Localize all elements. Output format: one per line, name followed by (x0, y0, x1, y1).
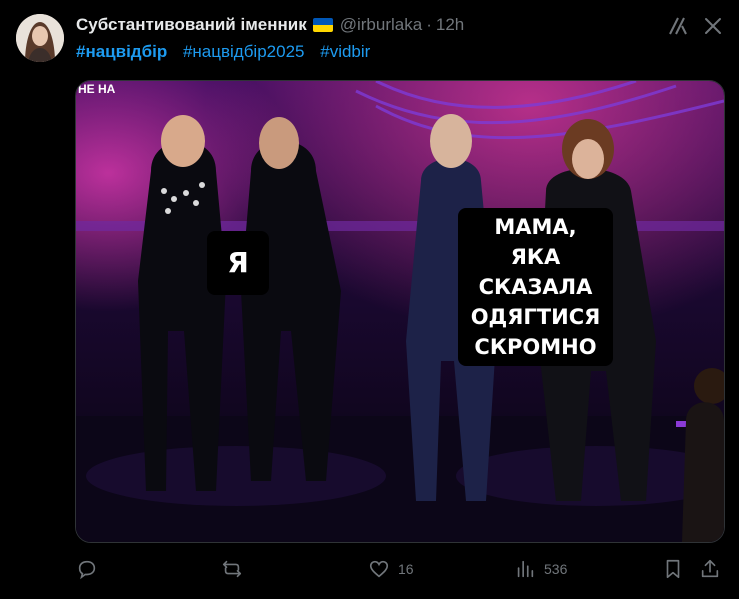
views-icon (517, 560, 534, 578)
meme-caption-left: Я (207, 231, 269, 295)
stage-photo: НЕ НА (76, 81, 724, 542)
views-button[interactable]: 536 (514, 558, 567, 580)
share-icon (701, 559, 719, 578)
tweet: Субстантивований іменник @irburlaka · 12… (0, 0, 739, 599)
like-icon (369, 560, 389, 578)
like-count: 16 (398, 561, 414, 577)
caption-line: СКАЗАЛА (478, 275, 593, 299)
display-name[interactable]: Субстантивований іменник (76, 15, 307, 35)
tv-logo: НЕ НА (78, 82, 116, 96)
caption-line: МАМА, (494, 215, 577, 239)
caption-line: СКРОМНО (474, 335, 597, 359)
bookmark-button[interactable] (662, 558, 684, 580)
timestamp[interactable]: 12h (436, 15, 464, 35)
caption-line: ЯКА (510, 245, 561, 269)
more-icon[interactable] (701, 14, 725, 38)
retweet-icon (222, 560, 242, 578)
caption-line: ОДЯГТИСЯ (470, 305, 601, 329)
separator-dot: · (426, 15, 432, 34)
hashtag-link[interactable]: #нацвідбір2025 (183, 42, 305, 61)
grok-icon[interactable] (666, 14, 690, 38)
user-handle[interactable]: @irburlaka (340, 15, 422, 35)
like-button[interactable]: 16 (368, 558, 414, 580)
meme-caption-right: МАМА, ЯКА СКАЗАЛА ОДЯГТИСЯ СКРОМНО (458, 208, 613, 366)
view-count: 536 (544, 561, 568, 577)
retweet-button[interactable] (221, 558, 251, 580)
hashtags: #нацвідбір #нацвідбір2025 #vidbir (76, 42, 381, 62)
hashtag-link[interactable]: #нацвідбір (76, 42, 167, 61)
bookmark-icon (666, 559, 680, 579)
action-bar: 16 536 (0, 552, 739, 588)
avatar[interactable] (16, 14, 64, 62)
tweet-image[interactable]: НЕ НА Я МАМА, ЯКА СКАЗАЛА ОДЯГТИСЯ СКРОМ… (75, 80, 725, 543)
hashtag-link[interactable]: #vidbir (320, 42, 370, 61)
reply-button[interactable] (76, 558, 106, 580)
share-button[interactable] (699, 558, 721, 580)
ukraine-flag-icon (312, 18, 333, 32)
reply-icon (78, 560, 96, 580)
tweet-header: Субстантивований іменник @irburlaka · 12… (76, 14, 464, 36)
